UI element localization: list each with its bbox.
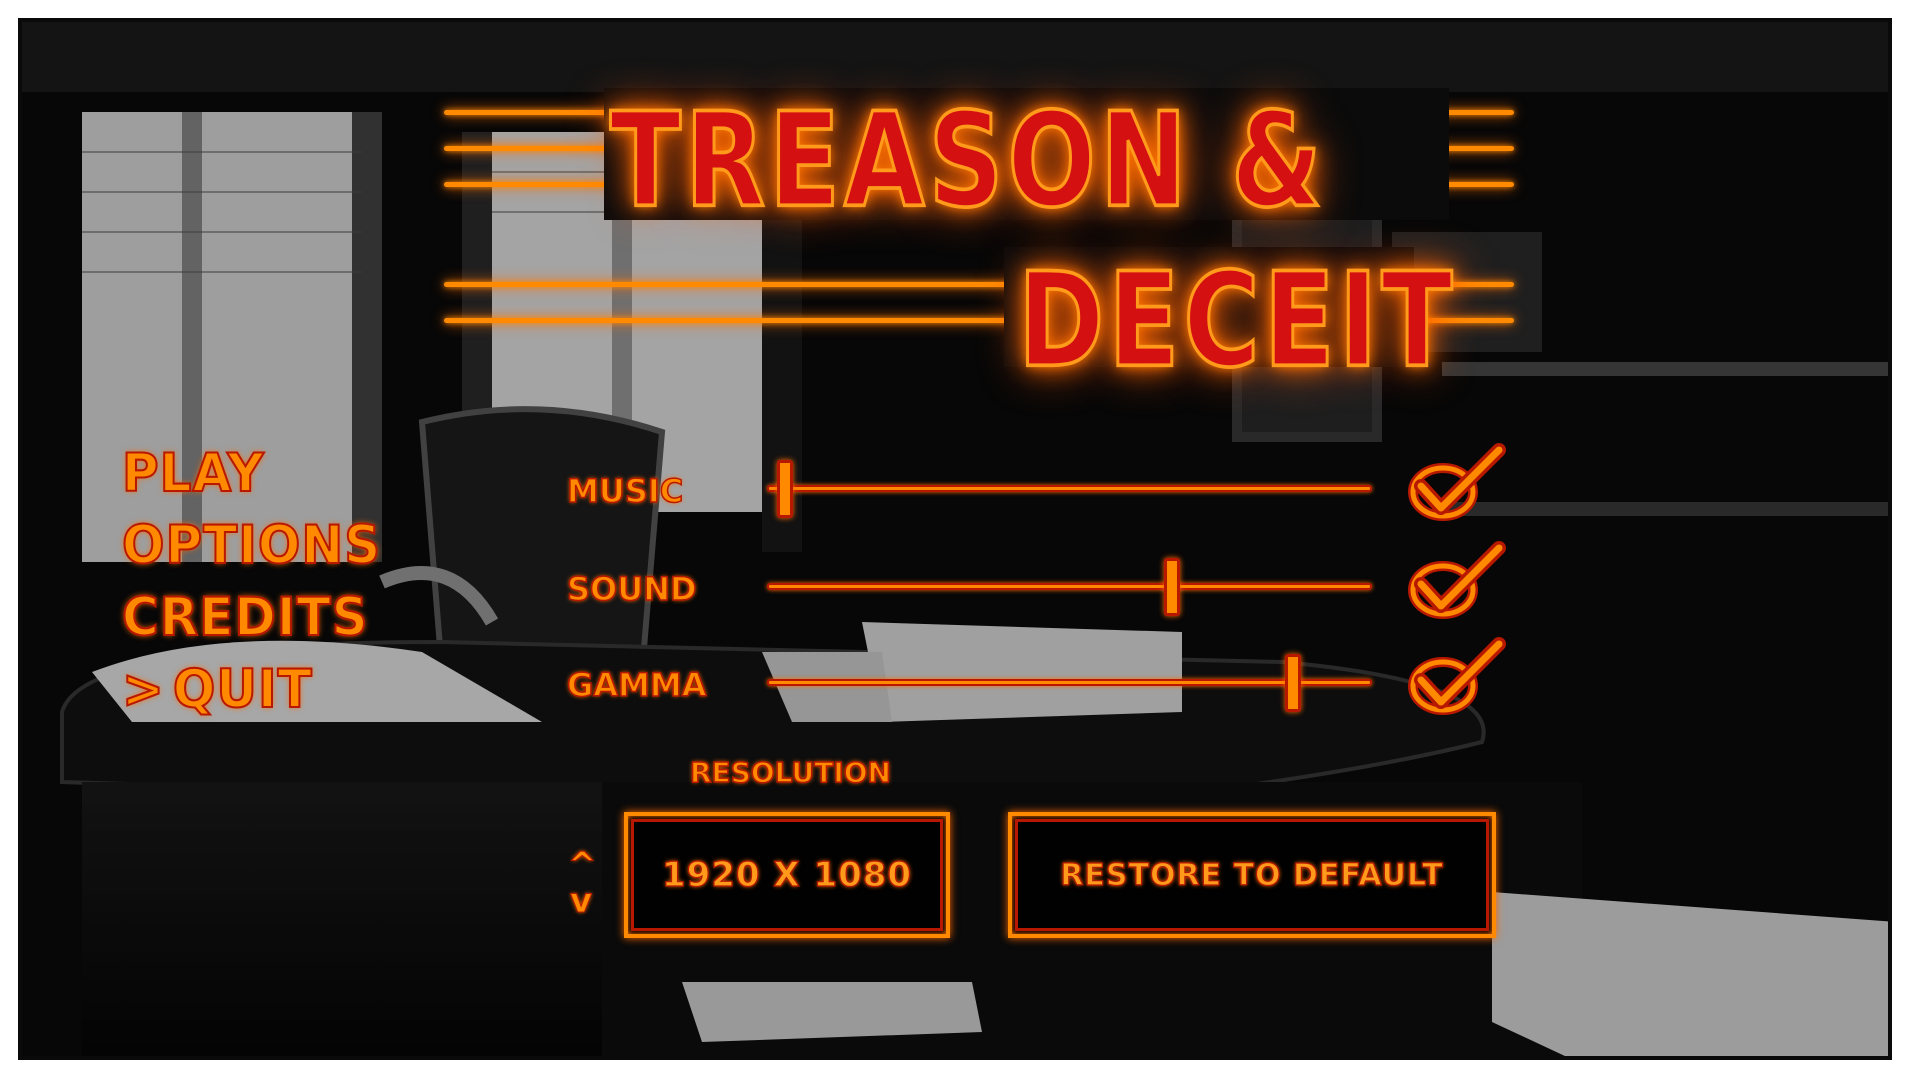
sound-slider-track[interactable] <box>767 583 1372 590</box>
menu-credits-label: CREDITS <box>121 585 369 648</box>
sound-label: SOUND <box>566 569 697 609</box>
resolution-label: RESOLUTION <box>689 755 892 790</box>
gamma-slider-track[interactable] <box>767 679 1372 686</box>
game-frame: TREASON & DECEIT PLAY OPTIONS CREDITS > Q… <box>18 18 1892 1060</box>
resolution-selector[interactable]: 1920 X 1080 <box>624 812 950 938</box>
menu-quit[interactable]: > QUIT <box>121 651 381 727</box>
resolution-value: 1920 X 1080 <box>661 854 913 895</box>
game-title-line-1: TREASON & <box>609 82 1326 238</box>
resolution-down-arrow-icon[interactable]: v <box>569 884 592 919</box>
menu-play[interactable]: PLAY <box>121 435 381 511</box>
restore-default-label: RESTORE TO DEFAULT <box>1060 857 1444 893</box>
menu-credits[interactable]: CREDITS <box>121 579 381 655</box>
music-label: MUSIC <box>566 471 684 511</box>
music-checkbox[interactable] <box>1407 442 1507 522</box>
menu-quit-label: QUIT <box>172 657 313 720</box>
gamma-checkbox[interactable] <box>1407 636 1507 716</box>
sound-checkbox[interactable] <box>1407 540 1507 620</box>
restore-default-button[interactable]: RESTORE TO DEFAULT <box>1008 812 1496 938</box>
main-menu: PLAY OPTIONS CREDITS > QUIT <box>121 435 382 727</box>
menu-options[interactable]: OPTIONS <box>121 507 382 583</box>
sound-slider-handle[interactable] <box>1164 558 1181 616</box>
menu-play-label: PLAY <box>121 441 265 504</box>
game-title-line-2: DECEIT <box>1016 242 1457 398</box>
music-slider-handle[interactable] <box>777 460 794 518</box>
gamma-slider-handle[interactable] <box>1285 654 1302 712</box>
music-slider-track[interactable] <box>767 485 1372 492</box>
selection-cursor: > <box>121 657 165 720</box>
menu-options-label: OPTIONS <box>121 513 382 576</box>
resolution-up-arrow-icon[interactable]: ^ <box>568 848 597 883</box>
gamma-label: GAMMA <box>566 665 707 705</box>
